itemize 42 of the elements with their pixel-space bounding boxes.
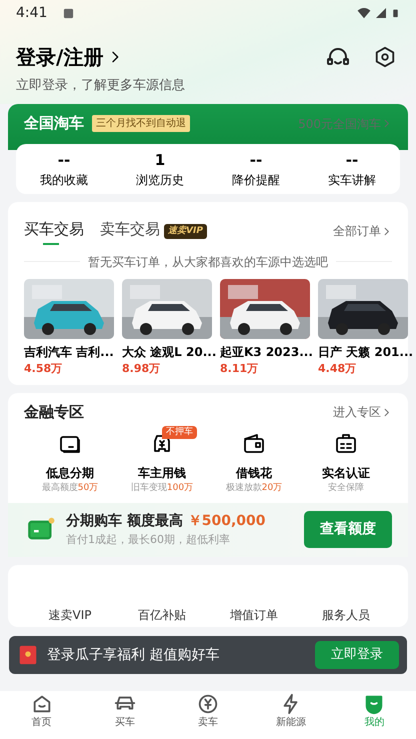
vip-badge: 速卖VIP <box>164 224 207 239</box>
yuan-icon <box>197 693 219 715</box>
id-card-icon <box>334 432 358 456</box>
login-banner-text: 登录瓜子享福利 超值购好车 <box>47 646 220 664</box>
finance-item[interactable]: 借钱花 极速放款20万 <box>208 432 300 495</box>
settings-icon[interactable] <box>374 46 396 68</box>
installment-title: 分期购车 额度最高 ￥500,000 <box>66 512 267 531</box>
nav-tab[interactable]: 卖车 <box>166 691 250 739</box>
service-item[interactable]: 速卖VIP <box>24 606 116 624</box>
status-time: 4:41 <box>16 4 48 22</box>
nav-tab[interactable]: 新能源 <box>250 691 333 739</box>
signal-icon <box>375 7 387 19</box>
login-register-link[interactable]: 登录/注册 <box>16 42 124 72</box>
envelope-icon <box>17 643 39 667</box>
all-orders-link[interactable]: 全部订单 <box>333 222 392 240</box>
finance-item[interactable]: 低息分期 最高额度50万 <box>24 432 116 495</box>
enter-zone-link[interactable]: 进入专区 <box>333 403 392 422</box>
order-tab[interactable]: 买车交易 <box>24 218 84 244</box>
installment-subtitle: 首付1成起，最长60期，超低利率 <box>66 532 231 548</box>
nav-tab[interactable]: 首页 <box>0 691 84 739</box>
empty-message: 暂无买车订单，从大家都喜欢的车源中选选吧 <box>88 254 328 270</box>
wallet-icon <box>242 432 266 456</box>
nav-tab[interactable]: 买车 <box>83 691 166 739</box>
finance-item[interactable]: 实名认证 安全保障 <box>300 432 392 495</box>
stat-item[interactable]: -- 我的收藏 <box>16 148 112 190</box>
badge-tag: 不押车 <box>162 426 197 439</box>
service-item[interactable]: 服务人员 <box>300 606 392 624</box>
car-card[interactable]: 起亚K3 2023... 8.11万 <box>220 278 310 377</box>
service-item[interactable]: 百亿补贴 <box>116 606 208 624</box>
login-subtitle: 立即登录，了解更多车源信息 <box>16 77 185 95</box>
car-card[interactable]: 吉利汽车 吉利... 4.58万 <box>24 278 114 377</box>
stat-item[interactable]: -- 实车讲解 <box>304 148 400 190</box>
wifi-icon <box>357 6 371 20</box>
refund-tag: 三个月找不到自动退 <box>92 115 190 132</box>
check-limit-button[interactable]: 查看额度 <box>304 511 392 548</box>
service-item[interactable]: 增值订单 <box>208 606 300 624</box>
login-now-button[interactable]: 立即登录 <box>315 641 399 669</box>
promo-title: 全国淘车 <box>24 113 84 134</box>
stat-item[interactable]: 1 浏览历史 <box>112 148 208 190</box>
stat-item[interactable]: -- 降价提醒 <box>208 148 304 190</box>
finance-title: 金融专区 <box>24 402 84 423</box>
order-tab[interactable]: 卖车交易 <box>100 218 160 244</box>
